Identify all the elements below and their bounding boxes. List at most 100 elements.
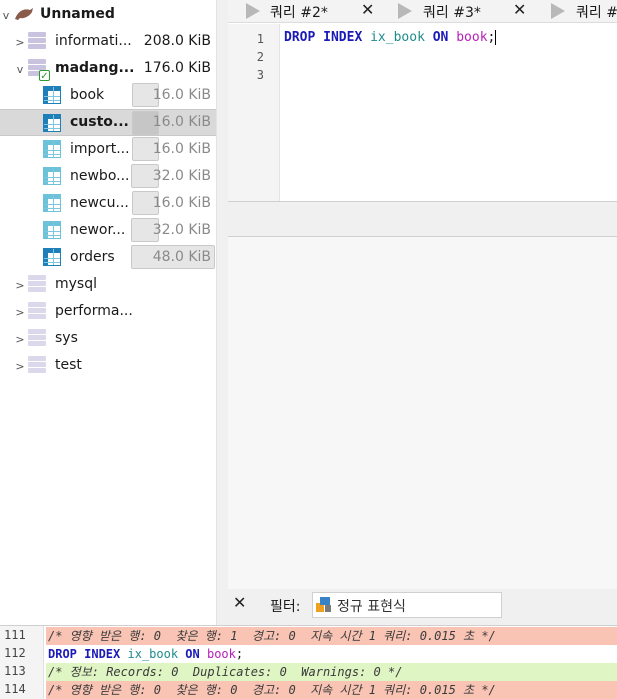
text-caret [495,30,497,45]
tree-db-label: test [55,357,82,373]
tree-db-madang[interactable]: v ✓ madang... 176.0 KiB [0,55,216,82]
tab-query-3[interactable]: 쿼리 #3* ✕ [380,0,533,23]
tree-db-mysql[interactable]: > mysql [0,271,216,298]
tree-db-sys[interactable]: > sys [0,325,216,352]
log-row: 113 /* 정보: Records: 0 Duplicates: 0 Warn… [0,663,617,681]
tree-table-newbo[interactable]: newbo... 32.0 KiB [0,163,216,190]
filter-label: 필터: [270,599,301,615]
chevron-right-icon[interactable]: > [14,279,26,292]
database-icon [28,275,46,293]
database-active-icon: ✓ [28,59,50,82]
tree-table-label: orders [70,249,115,265]
tree-table-size: 32.0 KiB [152,222,211,238]
tree-db-performa[interactable]: > performa... [0,298,216,325]
tree-table-import[interactable]: import... 16.0 KiB [0,136,216,163]
close-icon[interactable]: ✕ [361,0,374,19]
tree-db-test[interactable]: > test [0,352,216,379]
tab-query-2[interactable]: 쿼리 #2* ✕ [228,0,380,23]
database-icon [28,32,46,50]
tree-db-label: madang... [55,60,135,76]
result-grid[interactable] [228,237,617,589]
table-icon [43,221,61,239]
filter-bar: ✕ 필터: 정규 표현식 [228,589,617,625]
chevron-right-icon[interactable]: > [14,360,26,373]
run-icon[interactable] [398,3,412,19]
tree-table-newcu[interactable]: newcu... 16.0 KiB [0,190,216,217]
tree-table-size: 16.0 KiB [152,195,211,211]
chevron-right-icon[interactable]: > [14,36,26,49]
query-tab-bar: 쿼리 #2* ✕ 쿼리 #3* ✕ 쿼리 # [228,0,617,23]
table-icon [43,140,61,158]
close-icon[interactable]: ✕ [233,593,246,612]
line-number: 1 [256,32,264,46]
log-row: 111 /* 영향 받은 행: 0 찾은 행: 1 경고: 0 지속 시간 1 … [0,627,617,645]
tree-table-label: newor... [70,222,126,238]
query-log[interactable]: 111 /* 영향 받은 행: 0 찾은 행: 1 경고: 0 지속 시간 1 … [0,625,617,699]
sql-table-name: book [456,30,488,45]
chevron-down-icon[interactable]: v [0,9,12,22]
pane-splitter[interactable] [217,0,228,625]
sql-keyword: ON [432,30,449,45]
database-tree[interactable]: v Unnamed > informati... 208.0 KiB v ✓ m… [0,0,217,625]
line-number: 2 [256,50,264,64]
filter-input[interactable]: 정규 표현식 [312,592,502,618]
log-line-number: 114 [4,682,26,696]
sql-terminator: ; [487,30,496,45]
log-text: /* 영향 받은 행: 0 찾은 행: 1 경고: 0 지속 시간 1 쿼리: … [46,627,617,645]
sql-identifier: ix_book [370,30,425,45]
run-icon[interactable] [246,3,260,19]
line-number: 3 [256,68,264,82]
log-text: /* 영향 받은 행: 0 찾은 행: 0 경고: 0 지속 시간 1 쿼리: … [46,681,617,699]
tree-table-custo[interactable]: custo... 16.0 KiB [0,109,216,136]
tree-table-size: 32.0 KiB [152,168,211,184]
log-text: /* 정보: Records: 0 Duplicates: 0 Warnings… [46,663,617,681]
tree-db-label: performa... [55,303,133,319]
tree-table-newor[interactable]: newor... 32.0 KiB [0,217,216,244]
tree-table-orders[interactable]: orders 48.0 KiB [0,244,216,271]
log-row: 112 DROP INDEX ix_book ON book; [0,645,617,663]
sql-keyword: DROP INDEX [284,30,363,45]
line-gutter: 1 2 3 [228,24,280,201]
tree-table-size: 16.0 KiB [152,141,211,157]
tab-label: 쿼리 # [576,5,617,21]
table-icon [43,167,61,185]
tab-query-next[interactable]: 쿼리 # [533,0,617,23]
sql-code[interactable]: DROP INDEX ix_book ON book; [284,30,497,45]
tree-table-label: import... [70,141,130,157]
tree-db-label: mysql [55,276,97,292]
tree-db-informati[interactable]: > informati... 208.0 KiB [0,28,216,55]
table-icon [43,114,61,132]
log-line-number: 111 [4,628,26,642]
tree-table-label: newbo... [70,168,130,184]
chevron-down-icon[interactable]: v [14,63,26,76]
tree-table-label: book [70,87,105,103]
tree-root-unnamed[interactable]: v Unnamed [0,1,216,28]
table-icon [43,86,61,104]
dolphin-icon [15,8,33,20]
log-text: DROP INDEX ix_book ON book; [46,645,617,663]
chevron-right-icon[interactable]: > [14,306,26,319]
close-icon[interactable]: ✕ [513,0,526,19]
table-icon [43,248,61,266]
log-line-number: 112 [4,646,26,660]
run-icon[interactable] [551,3,565,19]
result-grid-header[interactable] [228,201,617,237]
filter-placeholder: 정규 표현식 [337,599,406,615]
tree-table-book[interactable]: book 16.0 KiB [0,82,216,109]
log-row: 114 /* 영향 받은 행: 0 찾은 행: 0 경고: 0 지속 시간 1 … [0,681,617,699]
regex-icon[interactable] [316,597,332,613]
tree-db-size: 208.0 KiB [143,33,211,49]
tree-table-label: newcu... [70,195,129,211]
tree-table-size: 16.0 KiB [152,87,211,103]
tree-db-label: sys [55,330,78,346]
tab-label: 쿼리 #2* [270,5,328,21]
tree-root-label: Unnamed [40,6,115,22]
log-line-number: 113 [4,664,26,678]
database-icon [28,356,46,374]
database-icon [28,302,46,320]
tree-db-size: 176.0 KiB [143,60,211,76]
tree-table-label: custo... [70,114,129,130]
chevron-right-icon[interactable]: > [14,333,26,346]
query-editor[interactable]: 1 2 3 DROP INDEX ix_book ON book; [228,24,617,201]
tree-table-size: 48.0 KiB [152,249,211,265]
